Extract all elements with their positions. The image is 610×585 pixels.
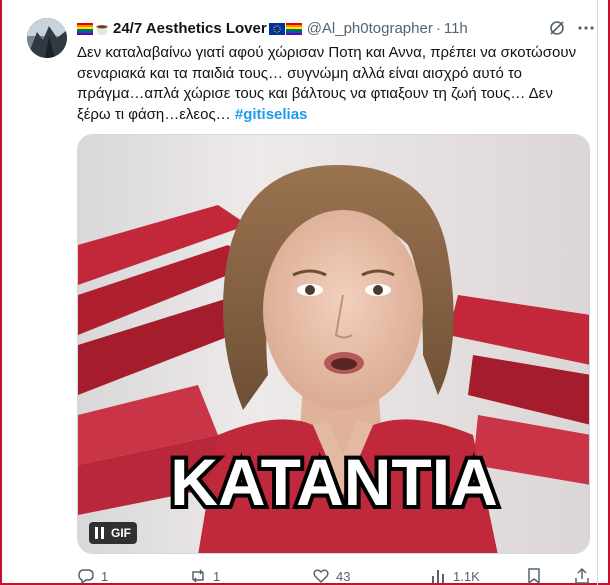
more-icon[interactable] [578, 26, 594, 30]
views-count: 1.1K [453, 568, 480, 584]
gif-controls[interactable]: GIF [89, 522, 137, 544]
action-bar: 1 1 43 1.1K [77, 567, 592, 585]
tweet-text: Δεν καταλαβαίνω γιατί αφού χώρισαν Ποτη … [77, 43, 589, 125]
views-button[interactable]: 1.1K [429, 567, 480, 585]
separator-dot: · [435, 20, 441, 37]
coffee-cup-icon [96, 25, 108, 35]
timestamp[interactable]: 11h [444, 19, 468, 39]
reply-count: 1 [101, 568, 109, 584]
user-handle[interactable]: @Al_ph0tographer [307, 19, 433, 39]
gif-frame: KATANTIA KATANTIA [78, 135, 589, 553]
pause-icon[interactable] [95, 527, 105, 539]
bookmark-button[interactable] [525, 567, 543, 585]
share-icon [575, 567, 589, 584]
tweet-header: 24/7 Aesthetics Lover @Al_ph0tographer ·… [77, 17, 468, 41]
share-button[interactable] [573, 567, 591, 585]
gif-badge: GIF [111, 526, 131, 540]
reply-button[interactable]: 1 [77, 567, 108, 585]
tweet-body: Δεν καταλαβαίνω γιατί αφού χώρισαν Ποτη … [77, 44, 577, 123]
hashtag-link[interactable]: #gitiselias [235, 106, 308, 123]
column-divider [597, 0, 598, 585]
bookmark-icon [528, 568, 540, 585]
like-button[interactable]: 43 [312, 567, 350, 585]
retweet-count: 1 [213, 568, 221, 584]
gif-caption: KATANTIA [170, 445, 498, 519]
gif-media[interactable]: KATANTIA KATANTIA [77, 134, 590, 554]
heart-icon [313, 569, 329, 584]
avatar[interactable] [27, 18, 67, 58]
grok-icon[interactable] [548, 19, 566, 37]
views-icon [432, 570, 444, 583]
reply-icon [78, 569, 94, 585]
rainbow-flag-icon-2 [285, 23, 302, 35]
retweet-icon [192, 569, 204, 583]
display-name[interactable]: 24/7 Aesthetics Lover [113, 19, 267, 39]
retweet-button[interactable]: 1 [189, 567, 220, 585]
rainbow-flag-icon [77, 23, 93, 35]
eu-flag-icon [268, 23, 285, 35]
like-count: 43 [336, 568, 351, 584]
avatar-image [27, 18, 67, 58]
